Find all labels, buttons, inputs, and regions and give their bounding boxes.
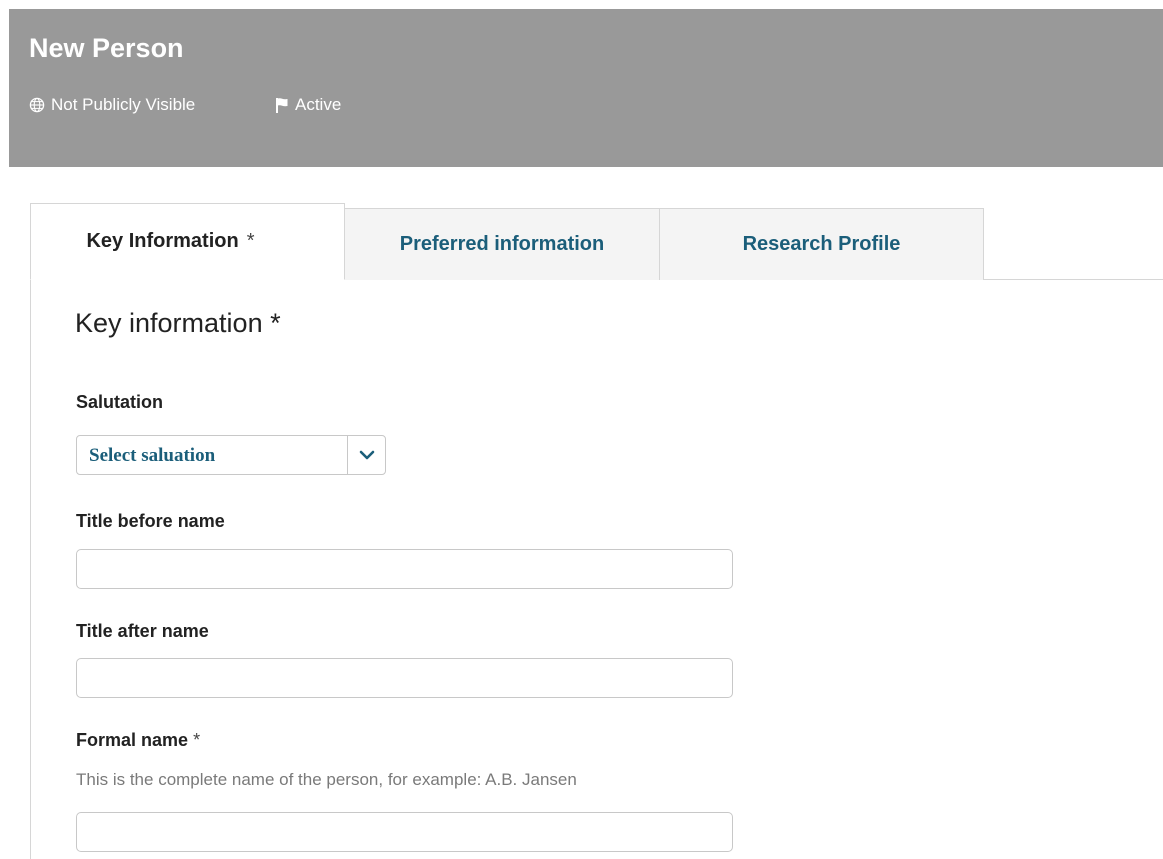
required-marker: * bbox=[193, 730, 201, 750]
salutation-selected-value: Select saluation bbox=[89, 445, 216, 466]
salutation-select[interactable]: Select saluation bbox=[76, 435, 386, 475]
formal-name-label: Formal name * bbox=[76, 730, 200, 751]
visibility-indicator: Not Publicly Visible bbox=[29, 95, 195, 115]
page-header: New Person Not Publicly Visible Active bbox=[9, 9, 1163, 167]
title-after-name-label: Title after name bbox=[76, 621, 209, 641]
title-before-name-label: Title before name bbox=[76, 511, 225, 531]
tab-label: Research Profile bbox=[742, 233, 901, 255]
formal-name-input[interactable] bbox=[76, 812, 733, 852]
page-title: New Person bbox=[29, 33, 184, 63]
required-marker: * bbox=[246, 230, 255, 252]
tab-label: Key Information bbox=[86, 230, 239, 252]
status-indicator: Active bbox=[275, 95, 341, 115]
section-title: Key information * bbox=[75, 308, 281, 338]
tab-preferred-information[interactable]: Preferred information bbox=[344, 208, 660, 280]
visibility-text: Not Publicly Visible bbox=[51, 95, 196, 114]
page: New Person Not Publicly Visible Active K… bbox=[0, 0, 1163, 859]
tab-research-profile[interactable]: Research Profile bbox=[659, 208, 984, 280]
formal-name-label-text: Formal name bbox=[76, 730, 189, 750]
tab-key-information[interactable]: Key Information * bbox=[30, 203, 345, 280]
title-after-name-input[interactable] bbox=[76, 658, 733, 698]
formal-name-help-text: This is the complete name of the person,… bbox=[76, 770, 577, 789]
salutation-label: Salutation bbox=[76, 392, 164, 412]
flag-icon bbox=[276, 97, 288, 113]
title-before-name-input[interactable] bbox=[76, 549, 733, 589]
globe-icon bbox=[29, 97, 45, 113]
select-divider bbox=[347, 436, 348, 474]
content-border bbox=[30, 280, 31, 859]
chevron-down-icon[interactable] bbox=[358, 448, 376, 462]
status-text: Active bbox=[295, 95, 342, 114]
tab-label: Preferred information bbox=[399, 233, 605, 255]
